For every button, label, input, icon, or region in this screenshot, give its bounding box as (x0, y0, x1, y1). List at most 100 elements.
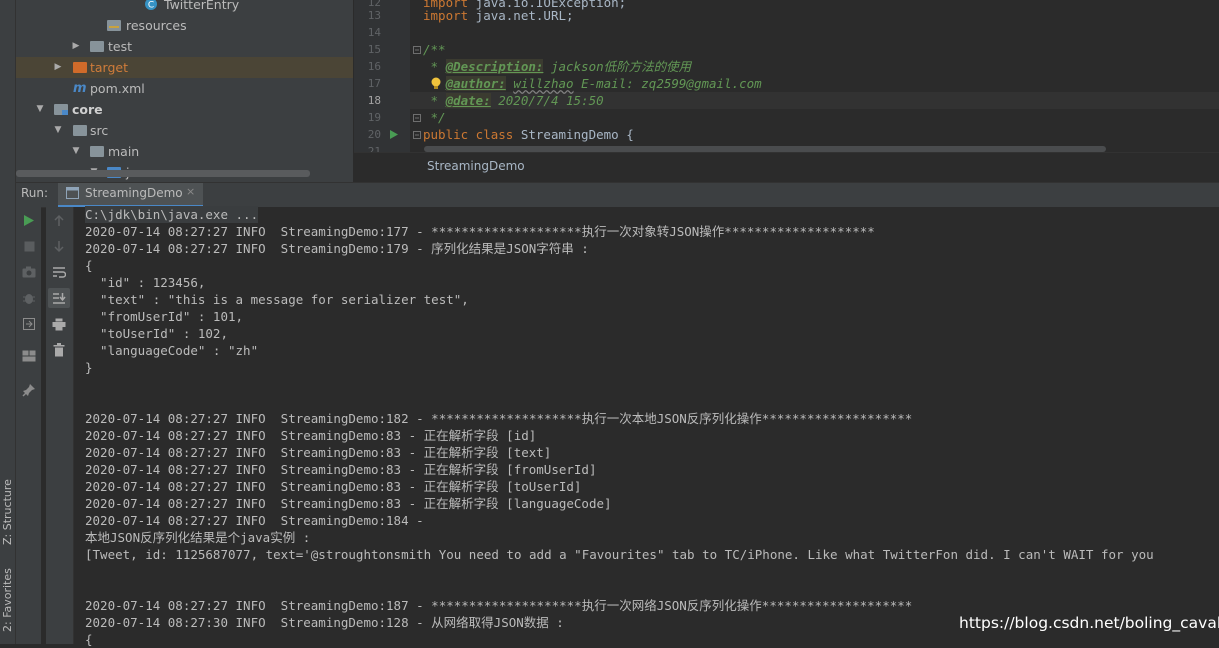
stop-icon (24, 241, 34, 251)
console-line: "fromUserId" : 101, (85, 309, 244, 324)
doc-tag: @author: (445, 76, 506, 91)
tree-item-pom-xml[interactable]: m pom.xml (16, 78, 353, 99)
scroll-up-button[interactable] (50, 211, 68, 229)
console-line: "text" : "this is a message for serializ… (85, 292, 469, 307)
debug-button[interactable] (20, 289, 38, 307)
code-line-17: @author: willzhao E-mail: zq2599@gmail.c… (423, 75, 762, 92)
pin-button[interactable] (20, 381, 38, 399)
console-line: 2020-07-14 08:27:27 INFO StreamingDemo:8… (85, 479, 582, 494)
console-line-command: C:\jdk\bin\java.exe ... (85, 206, 259, 223)
run-panel-label: Run: (21, 186, 49, 200)
console-line: { (85, 632, 93, 647)
code-text: java.net.URL; (468, 8, 574, 23)
line-number: 14 (367, 26, 381, 39)
project-tree: C TwitterEntry resources ▶ test ▶ target… (16, 0, 353, 182)
fold-marker-icon[interactable] (412, 130, 422, 140)
console-line: 2020-07-14 08:27:27 INFO StreamingDemo:1… (85, 513, 424, 528)
close-tab-icon[interactable]: × (186, 185, 195, 198)
tree-item-label: src (90, 123, 109, 138)
tree-item-target[interactable]: ▶ target (16, 57, 353, 78)
arrow-up-icon (54, 214, 64, 226)
favorites-tab-label: 2: Favorites (1, 568, 14, 632)
run-gutter-icon[interactable] (389, 129, 399, 140)
line-number: 15 (367, 43, 381, 56)
code-text: StreamingDemo { (513, 127, 634, 142)
tree-item-core[interactable]: ▼ core (16, 99, 353, 120)
print-button[interactable] (50, 315, 68, 333)
code-keyword: import (423, 8, 469, 23)
code-line-20: public class StreamingDemo { (423, 126, 634, 143)
svg-text:C: C (148, 1, 154, 11)
run-tab-label: StreamingDemo (85, 186, 183, 200)
scroll-to-end-button[interactable] (48, 288, 70, 308)
exit-icon (23, 318, 35, 330)
console-line: 2020-07-14 08:27:27 INFO StreamingDemo:1… (85, 598, 913, 613)
console-line: "languageCode" : "zh" (85, 343, 259, 358)
console-line: 2020-07-14 08:27:27 INFO StreamingDemo:8… (85, 496, 612, 511)
fold-marker-icon[interactable] (412, 113, 422, 123)
code-line-19: */ (423, 110, 446, 125)
screenshot-button[interactable] (20, 263, 38, 281)
doc-author: willzhao (513, 76, 574, 91)
doc-text: 2020/7/4 15:50 (490, 93, 604, 108)
doc-text: E-mail: zq2599@gmail.com (573, 76, 762, 91)
console-line: 2020-07-14 08:27:27 INFO StreamingDemo:1… (85, 224, 875, 239)
line-number: 18 (367, 94, 381, 107)
expand-arrow-icon[interactable]: ▼ (35, 99, 45, 120)
console-line: 2020-07-14 08:27:27 INFO StreamingDemo:8… (85, 428, 537, 443)
class-icon: C (145, 0, 157, 11)
doc-tag: @Description: (445, 59, 544, 74)
watermark: https://blog.csdn.net/boling_cavalry (959, 614, 1219, 632)
tree-item-twitterentry[interactable]: C TwitterEntry (16, 0, 353, 15)
tree-item-label: main (108, 144, 140, 159)
soft-wrap-button[interactable] (50, 263, 68, 281)
fold-marker-icon[interactable] (412, 45, 422, 55)
stop-button[interactable] (20, 237, 38, 255)
breadcrumb-item[interactable]: StreamingDemo (427, 159, 525, 173)
console-line: 2020-07-14 08:27:27 INFO StreamingDemo:1… (85, 411, 913, 426)
expand-arrow-icon[interactable]: ▶ (71, 36, 81, 57)
doc-tag: @date: (445, 93, 491, 108)
run-toolbar-secondary (46, 207, 74, 644)
run-toolbar-primary (16, 207, 41, 644)
expand-arrow-icon[interactable]: ▶ (53, 57, 63, 78)
scroll-end-icon (53, 293, 66, 304)
tree-item-label: TwitterEntry (164, 0, 240, 12)
console-line: 2020-07-14 08:27:27 INFO StreamingDemo:8… (85, 462, 597, 477)
code-line-13: import java.net.URL; (423, 7, 574, 24)
tree-item-src[interactable]: ▼ src (16, 120, 353, 141)
line-number: 13 (367, 9, 381, 22)
doc-star (423, 76, 446, 91)
doc-star: * (423, 59, 446, 74)
arrow-down-icon (54, 240, 64, 252)
code-line-18: * @date: 2020/7/4 15:50 (423, 92, 604, 109)
resources-folder-icon (107, 20, 121, 31)
tree-item-resources[interactable]: resources (16, 15, 353, 36)
expand-arrow-icon[interactable]: ▼ (53, 120, 63, 141)
exit-button[interactable] (20, 315, 38, 333)
code-keyword: public class (423, 127, 514, 142)
code-line-16: * @Description: jackson低阶方法的使用 (423, 58, 691, 75)
pin-icon (22, 384, 35, 397)
console-line: 2020-07-14 08:27:27 INFO StreamingDemo:8… (85, 445, 552, 460)
tree-item-test[interactable]: ▶ test (16, 36, 353, 57)
scroll-down-button[interactable] (50, 237, 68, 255)
folder-icon (90, 41, 104, 52)
maven-icon: m (73, 81, 87, 96)
clear-all-button[interactable] (50, 341, 68, 359)
console-line: 2020-07-14 08:27:30 INFO StreamingDemo:1… (85, 615, 564, 630)
layout-button[interactable] (20, 347, 38, 365)
rerun-button[interactable] (20, 211, 38, 229)
line-number: 20 (367, 128, 381, 141)
console-line: { (85, 258, 93, 273)
tree-horizontal-scrollbar[interactable] (16, 170, 310, 177)
bug-icon (23, 294, 35, 304)
trash-icon (53, 343, 65, 357)
expand-arrow-icon[interactable]: ▼ (71, 141, 81, 162)
line-number: 17 (367, 77, 381, 90)
code-line-15: /** (423, 42, 446, 57)
tree-item-main[interactable]: ▼ main (16, 141, 353, 162)
console-line: [Tweet, id: 1125687077, text='@stroughto… (85, 547, 1154, 562)
excluded-folder-icon (73, 62, 87, 73)
line-number: 19 (367, 111, 381, 124)
